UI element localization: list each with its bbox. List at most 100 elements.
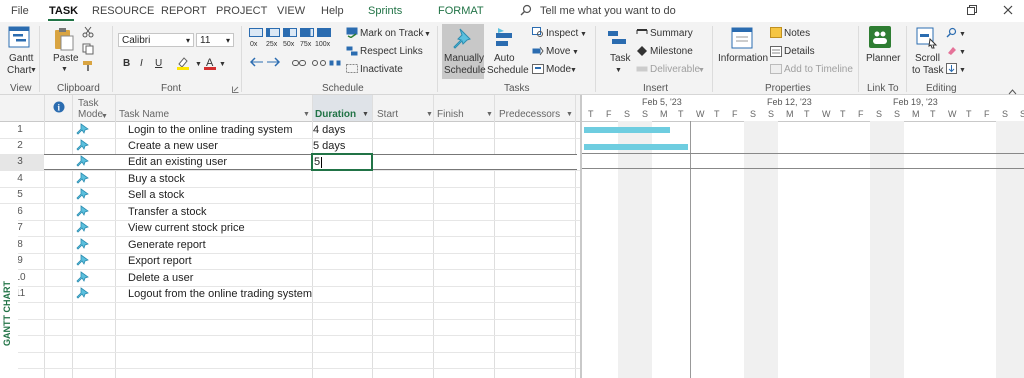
chevron-down-icon[interactable]: ▼: [572, 47, 579, 58]
italic-button[interactable]: I: [140, 58, 143, 69]
copy-icon[interactable]: [82, 43, 96, 58]
menu-task[interactable]: TASK: [49, 5, 78, 17]
chevron-down-icon[interactable]: ▼: [580, 29, 587, 40]
table-row[interactable]: [0, 303, 580, 320]
gantt-chart-label-2[interactable]: Chart: [7, 65, 31, 76]
table-row[interactable]: 2 Create a new user 5 days: [0, 138, 580, 155]
table-row[interactable]: [0, 336, 580, 353]
indent-icon[interactable]: [266, 57, 281, 70]
auto-schedule-label-2[interactable]: Schedule: [487, 65, 529, 76]
task-name-cell[interactable]: Login to the online trading system: [128, 124, 293, 136]
table-row[interactable]: 3 Edit an existing user 5: [0, 153, 580, 171]
table-row[interactable]: 11 Logout from the online trading system: [0, 286, 580, 303]
chevron-down-icon[interactable]: ▼: [61, 64, 68, 75]
menu-project[interactable]: PROJECT: [216, 5, 267, 17]
scroll-to-task-icon[interactable]: [916, 27, 938, 52]
chevron-down-icon[interactable]: ▼: [570, 65, 577, 76]
menu-file[interactable]: File: [11, 5, 29, 17]
inspect-icon[interactable]: [532, 27, 544, 41]
chevron-down-icon[interactable]: ▼: [615, 65, 622, 76]
move-icon[interactable]: [532, 46, 544, 59]
menu-format[interactable]: FORMAT: [438, 5, 484, 17]
table-row[interactable]: 8 Generate report: [0, 237, 580, 254]
scroll-to-task-label-2[interactable]: to Task: [912, 65, 944, 76]
link-tasks-icon[interactable]: [292, 58, 306, 70]
fill-icon[interactable]: [946, 63, 957, 77]
planner-button[interactable]: Planner: [866, 53, 900, 64]
scroll-to-task-label-1[interactable]: Scroll: [915, 53, 940, 64]
gantt-bar[interactable]: [584, 144, 688, 150]
find-icon[interactable]: [946, 27, 957, 41]
format-painter-icon[interactable]: [82, 60, 94, 75]
manually-schedule-label-2[interactable]: Schedule: [444, 65, 486, 76]
inactivate-button[interactable]: Inactivate: [360, 64, 403, 75]
milestone-button[interactable]: Milestone: [650, 46, 693, 57]
table-row[interactable]: 9 Export report: [0, 253, 580, 270]
table-row[interactable]: 5 Sell a stock: [0, 187, 580, 204]
gantt-bar[interactable]: [584, 127, 670, 133]
task-name-cell[interactable]: Transfer a stock: [128, 206, 206, 218]
task-name-cell[interactable]: Buy a stock: [128, 173, 185, 185]
clear-icon[interactable]: [946, 45, 957, 59]
tell-me-search[interactable]: Tell me what you want to do: [540, 5, 676, 17]
manually-schedule-label-1[interactable]: Manually: [444, 53, 484, 64]
chevron-down-icon[interactable]: ▼: [195, 59, 202, 70]
table-row[interactable]: 1 Login to the online trading system 4 d…: [0, 122, 580, 139]
cut-icon[interactable]: [82, 26, 94, 41]
chevron-down-icon[interactable]: ▼: [959, 29, 966, 40]
bold-button[interactable]: B: [123, 58, 130, 69]
task-name-cell[interactable]: View current stock price: [128, 222, 245, 234]
task-name-cell[interactable]: Logout from the online trading system: [128, 288, 312, 300]
font-color-icon[interactable]: A: [203, 56, 217, 73]
chevron-down-icon[interactable]: ▼: [959, 47, 966, 58]
highlight-color-icon[interactable]: [176, 56, 192, 73]
restore-window-icon[interactable]: [967, 5, 977, 18]
table-row[interactable]: 4 Buy a stock: [0, 171, 580, 188]
task-mode-column-header[interactable]: Task Mode ▼: [78, 98, 108, 124]
pushpin-icon[interactable]: [452, 27, 474, 54]
move-button[interactable]: Move: [546, 46, 570, 57]
auto-schedule-icon[interactable]: [494, 27, 514, 52]
inactivate-icon[interactable]: [346, 64, 358, 76]
underline-button[interactable]: U: [155, 58, 162, 69]
summary-icon[interactable]: [636, 27, 648, 40]
table-row[interactable]: [0, 352, 580, 369]
respect-links-button[interactable]: Respect Links: [360, 46, 423, 57]
table-row[interactable]: [0, 319, 580, 336]
table-row[interactable]: 10 Delete a user: [0, 270, 580, 287]
font-size-select[interactable]: 11 ▾: [196, 33, 234, 47]
planner-icon[interactable]: [869, 26, 891, 51]
menu-view[interactable]: VIEW: [277, 5, 305, 17]
menu-resource[interactable]: RESOURCE: [92, 5, 154, 17]
mode-icon[interactable]: [532, 64, 544, 77]
notes-button[interactable]: Notes: [784, 28, 810, 39]
menu-sprints[interactable]: Sprints: [368, 5, 402, 17]
duration-cell[interactable]: 5 days: [313, 140, 345, 152]
outdent-icon[interactable]: [249, 57, 264, 70]
insert-task-icon[interactable]: [606, 27, 628, 50]
chevron-down-icon[interactable]: ▼: [30, 65, 37, 76]
inspect-button[interactable]: Inspect: [546, 28, 578, 39]
milestone-icon[interactable]: [636, 46, 648, 59]
table-row[interactable]: 7 View current stock price: [0, 220, 580, 237]
menu-report[interactable]: REPORT: [161, 5, 207, 17]
table-row[interactable]: 6 Transfer a stock: [0, 204, 580, 221]
task-name-cell[interactable]: Delete a user: [128, 272, 193, 284]
duration-edit-input[interactable]: 5: [311, 153, 373, 171]
notes-icon[interactable]: [770, 27, 782, 41]
information-icon[interactable]: [731, 27, 753, 52]
close-icon[interactable]: [1003, 5, 1013, 18]
menu-help[interactable]: Help: [321, 5, 344, 17]
details-button[interactable]: Details: [784, 46, 815, 57]
gantt-chart-label-1[interactable]: Gantt: [9, 53, 33, 64]
paste-label[interactable]: Paste: [53, 53, 79, 64]
font-family-select[interactable]: Calibri ▾: [118, 33, 194, 47]
auto-schedule-label-1[interactable]: Auto: [494, 53, 515, 64]
mark-on-track-button[interactable]: Mark on Track: [360, 28, 423, 39]
chevron-down-icon[interactable]: ▼: [219, 59, 226, 70]
respect-links-icon[interactable]: [346, 46, 358, 59]
task-name-cell[interactable]: Sell a stock: [128, 189, 184, 201]
gantt-chart-icon[interactable]: [8, 26, 30, 51]
chevron-down-icon[interactable]: ▼: [959, 65, 966, 76]
mark-on-track-icon[interactable]: [346, 27, 358, 41]
